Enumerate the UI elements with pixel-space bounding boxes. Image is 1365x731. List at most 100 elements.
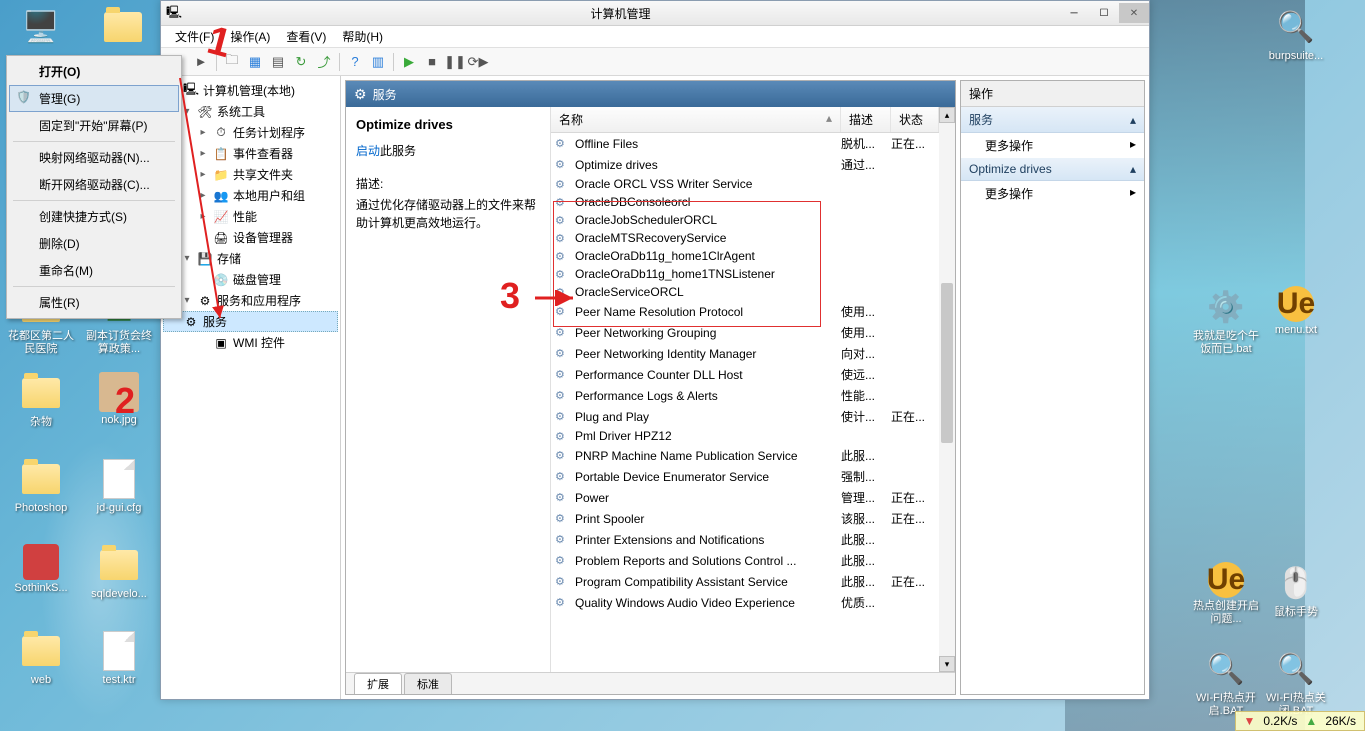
service-row[interactable]: ⚙Performance Counter DLL Host使远... — [551, 364, 939, 385]
actions-section-optimize[interactable]: Optimize drives▴ — [961, 158, 1144, 181]
desktop-icon-9[interactable]: web — [6, 630, 76, 687]
desktop-icon-3[interactable]: 杂物 — [6, 372, 76, 429]
cm-map-drive[interactable]: 映射网络驱动器(N)... — [9, 144, 179, 171]
gear-icon: ⚙ — [555, 491, 571, 504]
service-row[interactable]: ⚙Peer Networking Identity Manager向对... — [551, 343, 939, 364]
scrollbar[interactable]: ▴ ▾ — [939, 107, 955, 672]
desktop-icon-8[interactable]: sqldevelo... — [84, 544, 154, 601]
desktop-icon-folder-top[interactable] — [88, 6, 158, 50]
actions-section-services[interactable]: 服务▴ — [961, 107, 1144, 133]
start-service-link[interactable]: 启动 — [356, 144, 380, 158]
service-desc: 优质... — [841, 594, 887, 611]
col-desc[interactable]: 描述 — [841, 107, 891, 132]
upload-icon: ▲ — [1305, 714, 1317, 728]
annotation-red-box — [553, 201, 821, 327]
gear-icon: ⚙ — [555, 596, 571, 609]
maximize-button[interactable]: ☐ — [1089, 3, 1119, 23]
service-row[interactable]: ⚙Printer Extensions and Notifications此服.… — [551, 529, 939, 550]
desktop-icon-r1[interactable]: 🔍burpsuite... — [1261, 6, 1331, 63]
cm-separator — [13, 286, 175, 287]
service-row[interactable]: ⚙Optimize drives通过... — [551, 154, 939, 175]
tree-wmi[interactable]: ▣WMI 控件 — [163, 332, 338, 353]
context-menu: 打开(O) 🛡️管理(G) 固定到"开始"屏幕(P) 映射网络驱动器(N)...… — [6, 55, 182, 319]
service-name: Quality Windows Audio Video Experience — [575, 596, 837, 610]
cm-pin[interactable]: 固定到"开始"屏幕(P) — [9, 112, 179, 139]
cm-disconnect-drive[interactable]: 断开网络驱动器(C)... — [9, 171, 179, 198]
desktop-icon-6[interactable]: jd-gui.cfg — [84, 458, 154, 515]
service-row[interactable]: ⚙Pml Driver HPZ12 — [551, 427, 939, 445]
service-row[interactable]: ⚙PNRP Machine Name Publication Service此服… — [551, 445, 939, 466]
network-speed-indicator: ▼0.2K/s ▲26K/s — [1235, 711, 1365, 731]
service-row[interactable]: ⚙Print Spooler该服...正在... — [551, 508, 939, 529]
service-desc: 此服... — [841, 447, 887, 464]
tab-standard[interactable]: 标准 — [404, 673, 452, 694]
service-row[interactable]: ⚙ Oracle ORCL VSS Writer Service — [551, 175, 939, 193]
service-desc: 使远... — [841, 366, 887, 383]
cm-rename[interactable]: 重命名(M) — [9, 257, 179, 284]
desktop-icon-r5[interactable]: 🖱️鼠标手势 — [1261, 562, 1331, 619]
service-desc: 脱机... — [841, 135, 887, 152]
close-button[interactable]: ✕ — [1119, 3, 1149, 23]
tab-extended[interactable]: 扩展 — [354, 673, 402, 694]
cm-properties[interactable]: 属性(R) — [9, 289, 179, 316]
props-icon[interactable]: ▤ — [267, 51, 289, 73]
cm-manage[interactable]: 🛡️管理(G) — [9, 85, 179, 112]
desktop-icon-10[interactable]: test.ktr — [84, 630, 154, 687]
service-desc: 此服... — [841, 531, 887, 548]
gear-icon: ⚙ — [555, 178, 571, 191]
cm-delete[interactable]: 删除(D) — [9, 230, 179, 257]
cm-shortcut[interactable]: 创建快捷方式(S) — [9, 203, 179, 230]
desktop-icon-r7[interactable]: 🔍WI-FI热点关闭.BAT — [1261, 648, 1331, 718]
service-row[interactable]: ⚙Problem Reports and Solutions Control .… — [551, 550, 939, 571]
service-desc: 通过... — [841, 156, 887, 173]
gear-icon: ⚙ — [555, 347, 571, 360]
desktop-icon-7[interactable]: SothinkS... — [6, 544, 76, 595]
service-row[interactable]: ⚙Performance Logs & Alerts性能... — [551, 385, 939, 406]
col-state[interactable]: 状态 — [891, 107, 939, 132]
service-row[interactable]: ⚙Offline Files脱机...正在... — [551, 133, 939, 154]
service-row[interactable]: ⚙Program Compatibility Assistant Service… — [551, 571, 939, 592]
export-icon[interactable]: ⤴ — [313, 51, 335, 73]
panes-icon[interactable]: ▥ — [367, 51, 389, 73]
restart-icon[interactable]: ⟳▶ — [467, 51, 489, 73]
help-icon[interactable]: ? — [344, 51, 366, 73]
download-speed: 0.2K/s — [1263, 714, 1297, 728]
actions-more-2[interactable]: 更多操作▸ — [961, 181, 1144, 206]
menu-view[interactable]: 查看(V) — [280, 26, 332, 47]
col-name[interactable]: 名称 ▴ — [551, 107, 841, 132]
service-row[interactable]: ⚙Plug and Play使计...正在... — [551, 406, 939, 427]
computer-management-window: 🖳 计算机管理 ─ ☐ ✕ 文件(F) 操作(A) 查看(V) 帮助(H) ◄ … — [160, 0, 1150, 700]
service-row[interactable]: ⚙Portable Device Enumerator Service强制... — [551, 466, 939, 487]
view-icon[interactable]: ▦ — [244, 51, 266, 73]
actions-panel: 操作 服务▴ 更多操作▸ Optimize drives▴ 更多操作▸ — [960, 80, 1145, 695]
desc-label: 描述: — [356, 175, 540, 192]
titlebar: 🖳 计算机管理 ─ ☐ ✕ — [161, 1, 1149, 26]
minimize-button[interactable]: ─ — [1059, 3, 1089, 23]
service-row[interactable]: ⚙Power管理...正在... — [551, 487, 939, 508]
gear-icon: ⚙ — [555, 326, 571, 339]
desktop-icon-r6[interactable]: 🔍WI-FI热点开启.BAT — [1191, 648, 1261, 718]
menu-help[interactable]: 帮助(H) — [336, 26, 389, 47]
service-name: Oracle ORCL VSS Writer Service — [575, 177, 837, 191]
service-name: Plug and Play — [575, 410, 837, 424]
desktop-icon-r4[interactable]: Ue热点创建开启问题... — [1191, 562, 1261, 626]
service-name: Problem Reports and Solutions Control ..… — [575, 554, 837, 568]
stop-icon[interactable]: ■ — [421, 51, 443, 73]
cm-open[interactable]: 打开(O) — [9, 58, 179, 85]
chevron-up-icon: ▴ — [1130, 113, 1136, 127]
scroll-down-icon[interactable]: ▾ — [939, 656, 955, 672]
gear-icon: ⚙ — [555, 368, 571, 381]
refresh-icon[interactable]: ↻ — [290, 51, 312, 73]
play-icon[interactable]: ▶ — [398, 51, 420, 73]
desktop-icon-computer[interactable]: 🖥️ — [6, 6, 76, 50]
service-desc: 性能... — [841, 387, 887, 404]
service-row[interactable]: ⚙ Quality Windows Audio Video Experience 优… — [551, 592, 939, 613]
pause-icon[interactable]: ❚❚ — [444, 51, 466, 73]
actions-more-1[interactable]: 更多操作▸ — [961, 133, 1144, 158]
gear-icon: ⚙ — [555, 410, 571, 423]
desktop-icon-r3[interactable]: Uemenu.txt — [1261, 286, 1331, 337]
service-state: 正在... — [891, 489, 935, 506]
desktop-icon-r2[interactable]: ⚙️我就是吃个午饭而已.bat — [1191, 286, 1261, 356]
desktop-icon-5[interactable]: Photoshop — [6, 458, 76, 515]
scroll-up-icon[interactable]: ▴ — [939, 107, 955, 123]
